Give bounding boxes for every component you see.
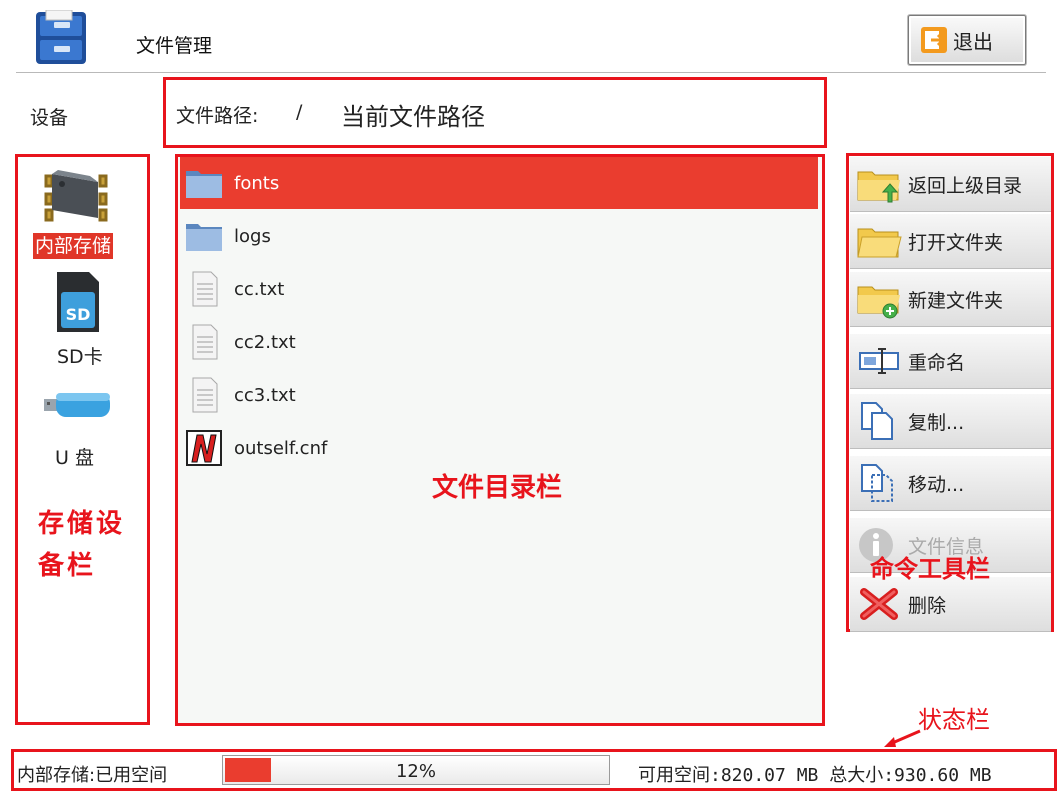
path-value: / xyxy=(296,101,303,123)
svg-text:SD: SD xyxy=(66,305,91,324)
file-row[interactable]: cc2.txt xyxy=(180,316,818,368)
new-folder-button[interactable]: 新建文件夹 xyxy=(850,271,1051,327)
rename-button[interactable]: 重命名 xyxy=(850,333,1051,389)
text-file-icon xyxy=(192,377,218,413)
file-panel-annotation: 文件目录栏 xyxy=(432,473,563,503)
cnf-file-icon xyxy=(186,430,222,466)
command-label: 移动... xyxy=(908,473,965,496)
chip-icon[interactable] xyxy=(40,168,112,226)
status-storage-label: 内部存储:已用空间 xyxy=(17,765,168,786)
file-row[interactable]: fonts xyxy=(180,157,818,209)
app-title: 文件管理 xyxy=(136,35,213,57)
exit-icon xyxy=(921,27,947,53)
file-row[interactable]: cc.txt xyxy=(180,263,818,315)
exit-button[interactable]: 退出 xyxy=(908,15,1026,65)
file-name: fonts xyxy=(234,172,280,194)
device-internal-label[interactable]: 内部存储 xyxy=(33,233,114,259)
open-folder-button[interactable]: 打开文件夹 xyxy=(850,213,1051,269)
file-row[interactable]: logs xyxy=(180,210,818,262)
folder-up-icon xyxy=(857,171,900,203)
delete-button[interactable]: 删除 xyxy=(850,576,1051,632)
device-section-label: 设备 xyxy=(30,107,69,129)
move-button[interactable]: 移动... xyxy=(850,455,1051,511)
command-label: 返回上级目录 xyxy=(908,174,1023,197)
command-label: 复制... xyxy=(908,411,965,434)
path-annotation-box xyxy=(163,77,827,148)
file-name: outself.cnf xyxy=(234,437,328,459)
delete-icon xyxy=(860,588,898,620)
header-divider xyxy=(16,72,1046,73)
device-panel-annotation: 存储设备栏 xyxy=(38,509,126,581)
usb-drive-icon[interactable] xyxy=(44,392,112,418)
command-label: 删除 xyxy=(908,594,947,617)
command-label: 新建文件夹 xyxy=(908,289,1004,312)
file-cabinet-icon xyxy=(36,10,86,64)
file-name: logs xyxy=(234,225,271,247)
usage-percent-text: 12% xyxy=(395,761,436,782)
file-row[interactable]: cc3.txt xyxy=(180,369,818,421)
device-usb-label[interactable]: U 盘 xyxy=(55,443,94,470)
sd-card-icon[interactable]: SD xyxy=(53,270,101,334)
copy-button[interactable]: 复制... xyxy=(850,393,1051,449)
parent-directory-button[interactable]: 返回上级目录 xyxy=(850,156,1051,212)
text-file-icon xyxy=(192,271,218,307)
device-sd-label[interactable]: SD卡 xyxy=(57,342,103,369)
text-file-icon xyxy=(192,324,218,360)
exit-button-label: 退出 xyxy=(953,29,993,54)
folder-icon xyxy=(186,224,222,251)
path-annotation-label: 当前文件路径 xyxy=(341,103,485,131)
file-name: cc2.txt xyxy=(234,331,296,353)
command-label: 打开文件夹 xyxy=(908,231,1004,254)
command-label: 重命名 xyxy=(908,351,966,374)
arrow-icon xyxy=(884,729,921,747)
rename-icon xyxy=(859,348,899,374)
folder-open-icon xyxy=(857,228,902,258)
file-name: cc3.txt xyxy=(234,384,296,406)
status-space-text: 可用空间:820.07 MB 总大小:930.60 MB xyxy=(638,765,992,786)
move-icon xyxy=(861,464,893,502)
copy-icon xyxy=(861,402,893,440)
folder-icon xyxy=(186,171,222,198)
file-name: cc.txt xyxy=(234,278,285,300)
path-prefix-label: 文件路径: xyxy=(176,105,259,127)
folder-new-icon xyxy=(857,286,900,319)
status-bar-annotation: 状态栏 xyxy=(918,706,990,734)
command-panel-annotation: 命令工具栏 xyxy=(870,555,990,583)
